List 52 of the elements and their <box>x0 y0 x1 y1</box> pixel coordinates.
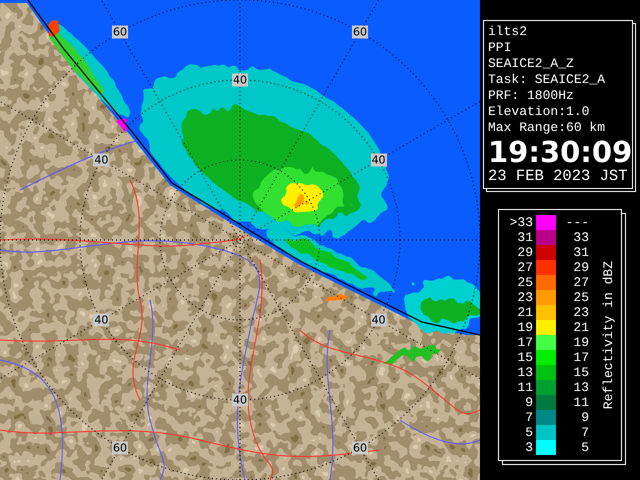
range-label: 40 <box>93 314 110 326</box>
range-label: 60 <box>112 26 128 39</box>
range-label: 40 <box>370 154 387 166</box>
scan-date: 23 FEB 2023 JST <box>488 166 629 186</box>
legend-value: 5 <box>580 440 589 455</box>
info-line: ilts2 <box>488 24 528 40</box>
legend-value: 21 <box>572 320 589 335</box>
legend-value: 15 <box>516 350 533 365</box>
legend-value: 9 <box>580 410 589 425</box>
legend-value: 17 <box>572 350 589 365</box>
legend-value: 13 <box>516 365 533 380</box>
legend-value: 3 <box>524 440 533 455</box>
legend-value: 11 <box>516 380 533 395</box>
legend-value: 29 <box>516 245 533 260</box>
legend-value: 31 <box>516 230 533 245</box>
legend-value: 21 <box>516 305 533 320</box>
info-line: Max Range:60 km <box>488 120 606 136</box>
legend-value: 9 <box>524 395 533 410</box>
legend-value: 15 <box>572 365 589 380</box>
legend-value: 17 <box>516 335 533 350</box>
legend-value: 19 <box>516 320 533 335</box>
legend-value: --- <box>564 215 589 230</box>
range-label: 60 <box>352 26 368 39</box>
info-line: Task: SEAICE2_A <box>488 72 606 88</box>
legend-value: 27 <box>516 260 533 275</box>
range-label: 40 <box>370 314 387 326</box>
legend-value: 23 <box>516 290 533 305</box>
legend-value: 19 <box>572 335 589 350</box>
info-line: PPI <box>488 40 512 56</box>
info-line: PRF: 1800Hz <box>488 88 575 104</box>
legend-value: 31 <box>572 245 589 260</box>
range-label: 60 <box>112 441 128 454</box>
legend-value: 27 <box>572 275 589 290</box>
legend-value: 7 <box>524 410 533 425</box>
legend-value: >33 <box>508 215 533 230</box>
legend-value: 23 <box>572 305 589 320</box>
legend-value: 13 <box>572 380 589 395</box>
range-label: 40 <box>232 394 248 406</box>
legend-value: 25 <box>572 290 589 305</box>
info-line: SEAICE2_A_Z <box>488 56 575 72</box>
range-label: 40 <box>232 74 248 86</box>
legend-title: Reflectivity in dBZ <box>601 260 616 410</box>
legend-value: 7 <box>580 425 589 440</box>
range-label: 40 <box>93 154 110 166</box>
scan-time: 19:30:09 <box>488 138 629 166</box>
legend-value: 25 <box>516 275 533 290</box>
legend-value: 29 <box>572 260 589 275</box>
legend-value: 33 <box>572 230 589 245</box>
info-line: Elevation:1.0 <box>488 104 590 120</box>
legend-value: 11 <box>572 395 589 410</box>
legend-value: 5 <box>524 425 533 440</box>
range-label: 60 <box>352 441 368 454</box>
